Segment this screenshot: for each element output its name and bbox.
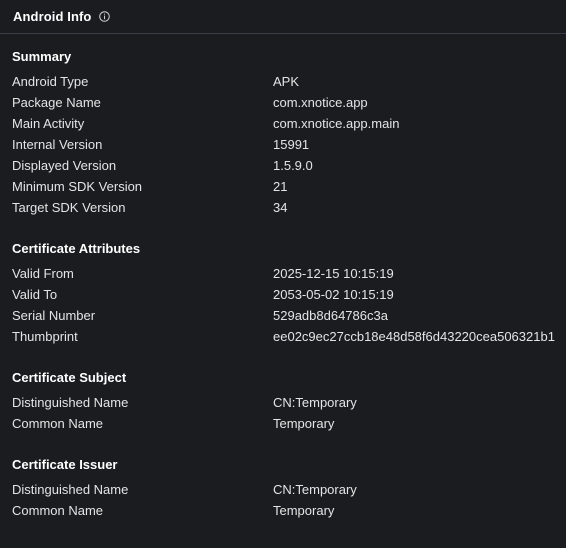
field-value: 2025-12-15 10:15:19 [273, 266, 394, 281]
field-value: CN:Temporary [273, 482, 357, 497]
field-label: Distinguished Name [12, 482, 129, 497]
section-certificate-attributes: Certificate Attributes Valid From 2025-1… [12, 238, 566, 347]
field-label: Main Activity [12, 116, 85, 131]
field-value: APK [273, 74, 300, 89]
field-value: Temporary [273, 416, 335, 431]
row-displayed-version: Displayed Version 1.5.9.0 [12, 155, 566, 176]
field-label: Target SDK Version [12, 200, 126, 215]
field-value: Temporary [273, 503, 335, 518]
row-thumbprint: Thumbprint ee02c9ec27ccb18e48d58f6d43220… [12, 326, 566, 347]
section-title: Certificate Issuer [12, 457, 118, 472]
field-label: Package Name [12, 95, 101, 110]
panel-content: Summary Android Type APK Package Name co… [0, 34, 566, 521]
row-issuer-common-name: Common Name Temporary [12, 500, 566, 521]
info-circle-icon[interactable] [99, 11, 111, 22]
android-info-panel: Android Info Summary Android Type APK Pa… [0, 0, 566, 548]
row-package-name: Package Name com.xnotice.app [12, 92, 566, 113]
field-value: 2053-05-02 10:15:19 [273, 287, 394, 302]
field-label: Thumbprint [12, 329, 78, 344]
row-valid-to: Valid To 2053-05-02 10:15:19 [12, 284, 566, 305]
field-label: Android Type [12, 74, 89, 89]
field-value: ee02c9ec27ccb18e48d58f6d43220cea506321b1 [273, 329, 555, 344]
row-issuer-distinguished-name: Distinguished Name CN:Temporary [12, 479, 566, 500]
row-subject-common-name: Common Name Temporary [12, 413, 566, 434]
field-value: com.xnotice.app [273, 95, 368, 110]
field-label: Serial Number [12, 308, 96, 323]
row-subject-distinguished-name: Distinguished Name CN:Temporary [12, 392, 566, 413]
field-value: 21 [273, 179, 288, 194]
field-label: Minimum SDK Version [12, 179, 143, 194]
row-serial-number: Serial Number 529adb8d64786c3a [12, 305, 566, 326]
section-certificate-subject: Certificate Subject Distinguished Name C… [12, 367, 566, 434]
section-summary: Summary Android Type APK Package Name co… [12, 46, 566, 218]
field-value: 529adb8d64786c3a [273, 308, 388, 323]
field-label: Valid To [12, 287, 58, 302]
section-title: Certificate Attributes [12, 241, 141, 256]
section-title: Summary [12, 49, 72, 64]
panel-header: Android Info [0, 0, 566, 34]
row-internal-version: Internal Version 15991 [12, 134, 566, 155]
field-label: Valid From [12, 266, 74, 281]
row-valid-from: Valid From 2025-12-15 10:15:19 [12, 263, 566, 284]
field-value: 1.5.9.0 [273, 158, 313, 173]
field-value: 34 [273, 200, 288, 215]
row-main-activity: Main Activity com.xnotice.app.main [12, 113, 566, 134]
panel-title: Android Info [13, 9, 92, 24]
section-title: Certificate Subject [12, 370, 127, 385]
row-android-type: Android Type APK [12, 71, 566, 92]
section-certificate-issuer: Certificate Issuer Distinguished Name CN… [12, 454, 566, 521]
row-target-sdk-version: Target SDK Version 34 [12, 197, 566, 218]
field-value: CN:Temporary [273, 395, 357, 410]
field-label: Distinguished Name [12, 395, 129, 410]
field-label: Common Name [12, 503, 104, 518]
field-value: 15991 [273, 137, 310, 152]
field-label: Displayed Version [12, 158, 117, 173]
field-label: Common Name [12, 416, 104, 431]
field-value: com.xnotice.app.main [273, 116, 400, 131]
row-min-sdk-version: Minimum SDK Version 21 [12, 176, 566, 197]
field-label: Internal Version [12, 137, 103, 152]
